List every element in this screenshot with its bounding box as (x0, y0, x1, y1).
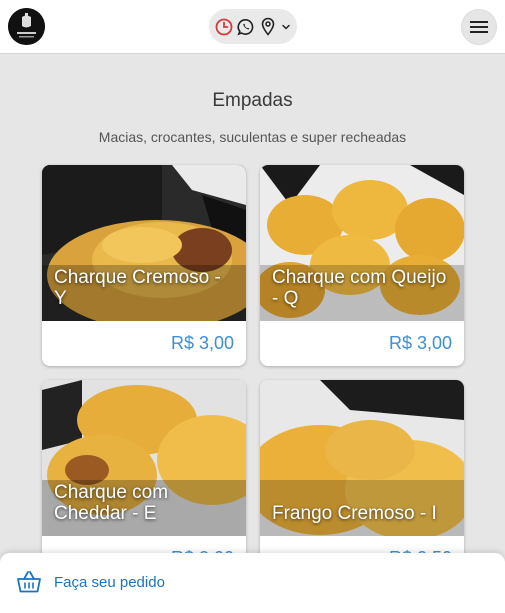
top-bar (0, 0, 505, 54)
basket-icon (17, 571, 41, 593)
section-title: Empadas (212, 90, 293, 111)
product-photo: Charque Cremoso - Y (42, 165, 246, 321)
product-photo: Charque com Cheddar - E (42, 380, 246, 536)
whatsapp-icon[interactable] (236, 17, 256, 37)
product-photo: Charque com Queijo - Q (260, 165, 464, 321)
info-pill[interactable] (209, 9, 297, 44)
product-name: Charque Cremoso - Y (54, 267, 221, 309)
logo-icon (8, 8, 45, 45)
product-price: R$ 3,00 (388, 333, 452, 353)
clock-icon[interactable] (214, 17, 234, 37)
product-card[interactable]: Charque com Queijo - Q R$ 3,00 (260, 165, 464, 366)
brand-logo[interactable] (8, 8, 45, 45)
order-button-label[interactable]: Faça seu pedido (54, 574, 165, 591)
menu-button[interactable] (461, 9, 497, 45)
order-bar[interactable]: Faça seu pedido (0, 553, 505, 613)
product-photo: Frango Cremoso - I (260, 380, 464, 536)
product-card[interactable]: Charque Cremoso - Y R$ 3,00 (42, 165, 246, 366)
location-pin-icon[interactable] (258, 17, 278, 37)
product-card[interactable]: Frango Cremoso - I R$ 2,50 (260, 380, 464, 581)
product-name: Frango Cremoso - I (272, 503, 437, 524)
product-price: R$ 3,00 (170, 333, 234, 353)
product-name: Charque com Cheddar - E (54, 482, 169, 524)
product-name: Charque com Queijo - Q (272, 267, 447, 309)
section-subtitle: Macias, crocantes, suculentas e super re… (98, 129, 407, 145)
menu-icon (470, 21, 488, 33)
product-card[interactable]: Charque com Cheddar - E R$ 3,00 (42, 380, 246, 581)
chevron-down-icon[interactable] (280, 17, 292, 37)
